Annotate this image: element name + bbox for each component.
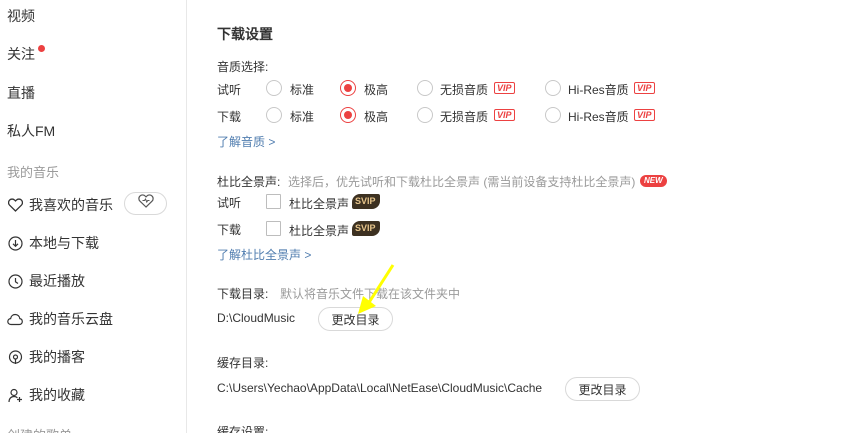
download-dir-path: D:\CloudMusic <box>217 311 296 325</box>
dolby-label: 杜比全景声: <box>217 175 281 189</box>
clock-icon <box>7 273 23 289</box>
preview-standard-radio[interactable] <box>266 80 282 96</box>
heart-icon <box>7 197 23 213</box>
sidebar-item-collection[interactable]: 我的收藏 <box>7 385 85 405</box>
change-cache-dir-button[interactable]: 更改目录 <box>565 377 640 401</box>
preview-standard-label[interactable]: 标准 <box>290 81 314 98</box>
settings-panel: 下载设置 音质选择: 试听 标准 极高 无损音质 VIP Hi-Res音质 VI… <box>188 0 858 433</box>
cache-dir-label: 缓存目录: <box>217 356 269 370</box>
sidebar: 视频 关注 直播 私人FM 我的音乐 我喜欢的音乐 本地与下载 最近播放 我的音… <box>0 0 187 433</box>
download-lossless-radio[interactable] <box>417 107 433 123</box>
dolby-preview-label: 试听 <box>217 196 242 210</box>
sidebar-item-live[interactable]: 直播 <box>7 83 35 103</box>
svip-badge: SVIP <box>352 221 380 236</box>
vip-badge: VIP <box>634 109 655 121</box>
download-lossless-label[interactable]: 无损音质 <box>440 108 488 125</box>
cache-dir-path: C:\Users\Yechao\AppData\Local\NetEase\Cl… <box>217 381 543 395</box>
quality-label: 音质选择: <box>217 60 269 74</box>
heart-outline-icon <box>137 194 154 213</box>
new-badge: NEW <box>640 175 667 187</box>
sidebar-item-podcast[interactable]: 我的播客 <box>7 347 85 367</box>
sidebar-item-liked-music[interactable]: 我喜欢的音乐 <box>7 195 113 215</box>
svip-badge: SVIP <box>352 194 380 209</box>
download-standard-label[interactable]: 标准 <box>290 108 314 125</box>
learn-quality-link[interactable]: 了解音质 > <box>217 133 275 150</box>
preview-high-label[interactable]: 极高 <box>364 81 388 98</box>
sidebar-item-video[interactable]: 视频 <box>7 6 35 26</box>
section-my-music: 我的音乐 <box>7 165 60 180</box>
vip-badge: VIP <box>494 82 515 94</box>
sidebar-item-cloud[interactable]: 我的音乐云盘 <box>7 309 113 329</box>
dolby-description: 选择后，优先试听和下载杜比全景声 (需当前设备支持杜比全景声) <box>288 175 636 189</box>
dolby-preview-checkbox[interactable] <box>266 194 281 209</box>
preview-hires-radio[interactable] <box>545 80 561 96</box>
collect-icon <box>7 387 23 403</box>
download-settings-title: 下载设置 <box>217 26 273 42</box>
preview-lossless-radio[interactable] <box>417 80 433 96</box>
notification-dot <box>38 44 45 52</box>
download-high-radio[interactable] <box>340 107 356 123</box>
dolby-download-option[interactable]: 杜比全景声 <box>289 222 349 239</box>
learn-dolby-link[interactable]: 了解杜比全景声 > <box>217 246 311 263</box>
download-dir-label: 下载目录: <box>217 287 269 301</box>
vip-badge: VIP <box>634 82 655 94</box>
sidebar-item-fm[interactable]: 私人FM <box>7 121 55 141</box>
download-row-label: 下载 <box>217 110 242 124</box>
vip-badge: VIP <box>494 109 515 121</box>
sidebar-item-recent[interactable]: 最近播放 <box>7 271 85 291</box>
podcast-icon <box>7 349 23 365</box>
dolby-preview-option[interactable]: 杜比全景声 <box>289 195 349 212</box>
cache-settings-label: 缓存设置: <box>217 425 269 433</box>
download-hires-radio[interactable] <box>545 107 561 123</box>
download-hires-label[interactable]: Hi-Res音质 <box>568 108 629 125</box>
cloud-icon <box>7 311 23 327</box>
preview-row-label: 试听 <box>217 83 242 97</box>
download-high-label[interactable]: 极高 <box>364 108 388 125</box>
dolby-download-label: 下载 <box>217 223 242 237</box>
download-standard-radio[interactable] <box>266 107 282 123</box>
section-created-playlists: 创建的歌单 <box>7 425 72 433</box>
download-icon <box>7 235 23 251</box>
preview-lossless-label[interactable]: 无损音质 <box>440 81 488 98</box>
dolby-download-checkbox[interactable] <box>266 221 281 236</box>
preview-hires-label[interactable]: Hi-Res音质 <box>568 81 629 98</box>
annotation-arrow-icon <box>358 264 395 314</box>
sidebar-item-follow[interactable]: 关注 <box>7 44 45 64</box>
heartbeat-mode-button[interactable] <box>124 192 167 215</box>
preview-high-radio[interactable] <box>340 80 356 96</box>
sidebar-item-local-download[interactable]: 本地与下载 <box>7 233 99 253</box>
